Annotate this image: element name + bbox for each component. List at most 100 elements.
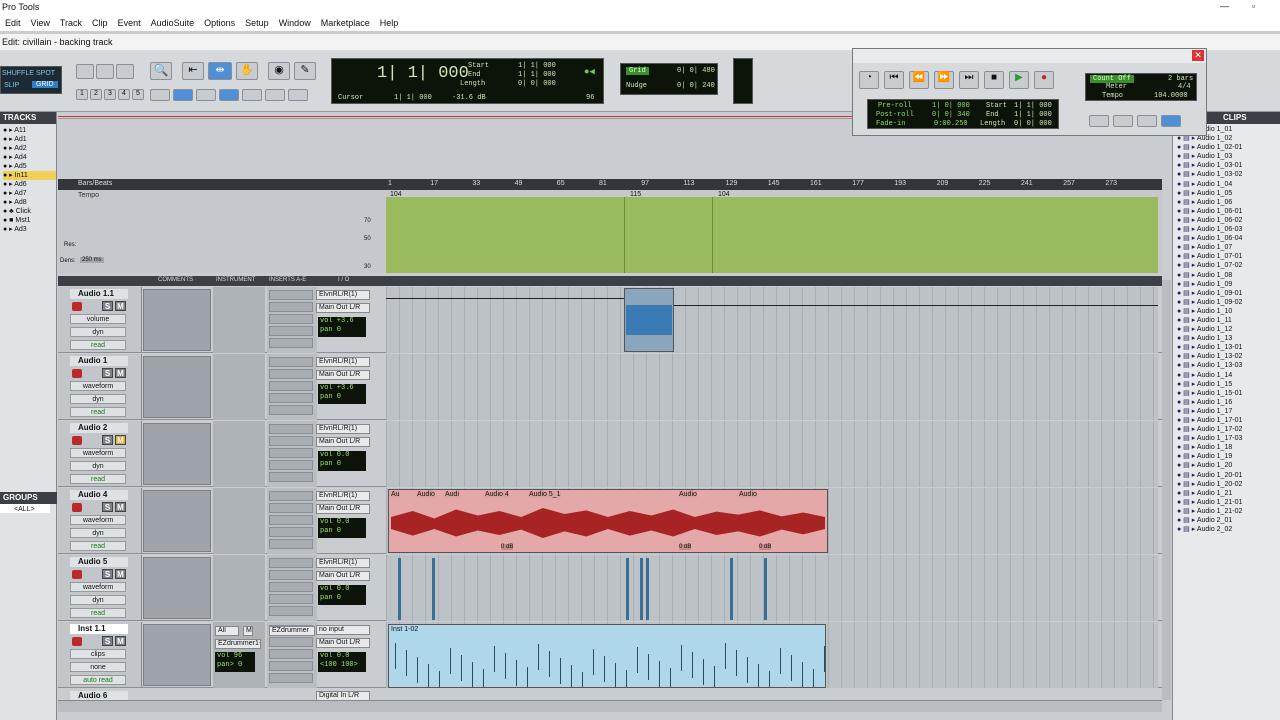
insert-slot[interactable] <box>269 448 313 458</box>
count-off-button[interactable]: Count Off <box>1090 75 1134 83</box>
track-dyn-selector[interactable]: dyn <box>70 595 126 605</box>
solo-button[interactable]: S <box>102 368 113 378</box>
track-name[interactable]: Audio 4 <box>70 490 128 500</box>
track-list-item[interactable]: ● ▸ Ad7 <box>3 189 56 198</box>
input-selector[interactable]: ElvnRL/R(1) <box>316 424 370 434</box>
volume-value[interactable]: vol 0.0 <box>320 585 366 594</box>
volume-value[interactable]: vol +3.6 <box>320 384 366 393</box>
insert-slot[interactable] <box>269 424 313 434</box>
clip-list-item[interactable]: ● ▤ ▸ Audio 2_01 <box>1177 516 1280 525</box>
automation-mode-selector[interactable]: read <box>70 340 126 350</box>
transport-close-icon[interactable]: ✕ <box>1192 50 1204 61</box>
transport-length-value[interactable]: 0| 0| 000 <box>1014 120 1052 128</box>
clip-list-item[interactable]: ● ▤ ▸ Audio 1_21 <box>1177 489 1280 498</box>
zoom-preset-3[interactable]: 3 <box>104 89 116 100</box>
track-view-selector[interactable]: clips <box>70 649 126 659</box>
audio-clip-slice[interactable] <box>640 558 643 620</box>
instrument-mute-button[interactable]: M <box>243 626 253 636</box>
clip-list-item[interactable]: ● ▤ ▸ Audio 1_03-01 <box>1177 161 1280 170</box>
track-timeline[interactable] <box>386 354 1158 420</box>
automation-mode-selector[interactable]: read <box>70 474 126 484</box>
go-to-end-icon[interactable]: ⏭ <box>959 71 979 89</box>
track-header[interactable]: Audio 5 S Mwaveform dyn read <box>58 555 142 620</box>
insert-slot[interactable] <box>269 637 313 647</box>
fadein-value[interactable]: 0:00.250 <box>934 120 968 128</box>
link-icon[interactable] <box>150 89 170 101</box>
clip-list-item[interactable]: ● ▤ ▸ Audio 1_04 <box>1177 180 1280 189</box>
grabber-tool-icon[interactable]: ✋ <box>236 62 258 80</box>
clip-list-item[interactable]: ● ▤ ▸ Audio 1_18 <box>1177 443 1280 452</box>
clip-list-item[interactable]: ● ▤ ▸ Audio 1_07-01 <box>1177 252 1280 261</box>
volume-value[interactable]: vol 0.0 <box>320 652 366 661</box>
tempo-meter-display[interactable]: Count Off 2 bars Meter 4/4 Tempo 104.000… <box>1085 73 1197 101</box>
track-name[interactable]: Audio 2 <box>70 423 128 433</box>
insert-slot[interactable] <box>269 582 313 592</box>
spot-mode-button[interactable]: SPOT <box>36 70 55 77</box>
shuffle-mode-button[interactable]: SHUFFLE <box>2 70 34 77</box>
insert-slot[interactable] <box>269 290 313 300</box>
insert-slot[interactable] <box>269 338 313 348</box>
track-dyn-selector[interactable]: dyn <box>70 327 126 337</box>
clip-list-item[interactable]: ● ▤ ▸ Audio 1_20 <box>1177 461 1280 470</box>
menu-help[interactable]: Help <box>375 18 404 28</box>
stop-icon[interactable]: ■ <box>984 71 1004 89</box>
automation-mode-selector[interactable]: auto read <box>70 675 126 685</box>
zoom-preset-5[interactable]: 5 <box>132 89 144 100</box>
bars-beats-ruler[interactable]: Bars/Beats 1 17 33 49 65 81 97 113 129 145 161 177 1… <box>58 179 1162 190</box>
pan-value[interactable]: pan 0 <box>320 326 366 335</box>
track-header[interactable]: Inst 1.1 S Mclips none auto read <box>58 622 142 687</box>
track-list-item[interactable]: ● ■ Mst1 <box>3 216 56 225</box>
insert-slot[interactable] <box>269 515 313 525</box>
tempo-marker[interactable]: 104 <box>718 191 730 198</box>
track-list-item[interactable]: ● ▸ Ad5 <box>3 162 56 171</box>
track-dyn-selector[interactable]: dyn <box>70 528 126 538</box>
mute-button[interactable]: M <box>115 368 126 378</box>
automation-mode-selector[interactable]: read <box>70 608 126 618</box>
restore-button[interactable]: ▫ <box>1252 1 1255 11</box>
record-enable-button[interactable] <box>72 369 82 378</box>
midi-clip[interactable]: Inst 1-02 <box>388 624 826 688</box>
clip-list-item[interactable]: ● ▤ ▸ Audio 1_13-03 <box>1177 361 1280 370</box>
audio-clip-slice[interactable] <box>764 558 767 620</box>
comments-box[interactable] <box>143 356 211 418</box>
play-icon[interactable]: ▶ <box>1009 71 1029 89</box>
zoom-midi-icon[interactable] <box>116 64 134 79</box>
clip-list-item[interactable]: ● ▤ ▸ Audio 1_07 <box>1177 243 1280 252</box>
clip-list-item[interactable]: ● ▤ ▸ Audio 1_13-01 <box>1177 343 1280 352</box>
track-view-selector[interactable]: waveform <box>70 515 126 525</box>
zoomer-tool-icon[interactable]: 🔍 <box>150 62 172 80</box>
track-name[interactable]: Audio 1 <box>70 356 128 366</box>
clip-list-item[interactable]: ● ▤ ▸ Audio 1_03 <box>1177 152 1280 161</box>
instrument-pan[interactable]: pan> 0 <box>217 661 255 670</box>
audio-clip-slice[interactable] <box>432 558 435 620</box>
tempo-graph[interactable] <box>386 197 1158 273</box>
menu-track[interactable]: Track <box>55 18 87 28</box>
clip-list-item[interactable]: ● ▤ ▸ Audio 1_21-01 <box>1177 498 1280 507</box>
clip-list-item[interactable]: ● ▤ ▸ Audio 1_09-01 <box>1177 289 1280 298</box>
rewind-icon[interactable]: ⏪ <box>909 71 929 89</box>
transport-counter[interactable]: Pre-roll Post-roll Fade-in 1| 0| 000 0| … <box>867 99 1059 129</box>
comments-box[interactable] <box>143 557 211 619</box>
audio-clip-group[interactable]: Au Audio Audi Audio 4 Audio 5_1 Audio Audio 0 d… <box>388 489 828 553</box>
track-list-item[interactable]: ● ▸ Ad2 <box>3 144 56 153</box>
insert-slot[interactable] <box>269 661 313 671</box>
instrument-plugin-selector[interactable]: EZdrummer1-1 <box>215 639 261 649</box>
track-header[interactable]: Audio 2 S Mwaveform dyn read <box>58 421 142 486</box>
track-list-item[interactable]: ● ▸ Ad3 <box>3 225 56 234</box>
track-name[interactable]: Audio 1.1 <box>70 289 128 299</box>
instrument-vol[interactable]: vol 96 <box>217 652 255 661</box>
selector-tool-icon[interactable]: ⇹ <box>208 62 232 80</box>
comments-box[interactable] <box>143 289 211 351</box>
density-value[interactable]: 250 ms <box>80 257 104 263</box>
comments-box[interactable] <box>143 423 211 485</box>
fadein-label[interactable]: Fade-in <box>876 120 905 128</box>
online-icon[interactable]: ◔ <box>859 71 879 89</box>
vertical-scrollbar[interactable] <box>1162 280 1171 700</box>
clip-list-item[interactable]: ● ▤ ▸ Audio 1_06-02 <box>1177 216 1280 225</box>
clip-gain-label[interactable]: 0 dB <box>759 544 772 550</box>
pencil-tool-icon[interactable]: ✎ <box>294 62 316 80</box>
insert-slot[interactable] <box>269 381 313 391</box>
tab-to-transient-icon[interactable] <box>173 89 193 101</box>
end-value[interactable]: 1| 1| 000 <box>518 71 556 79</box>
track-dyn-selector[interactable]: dyn <box>70 394 126 404</box>
